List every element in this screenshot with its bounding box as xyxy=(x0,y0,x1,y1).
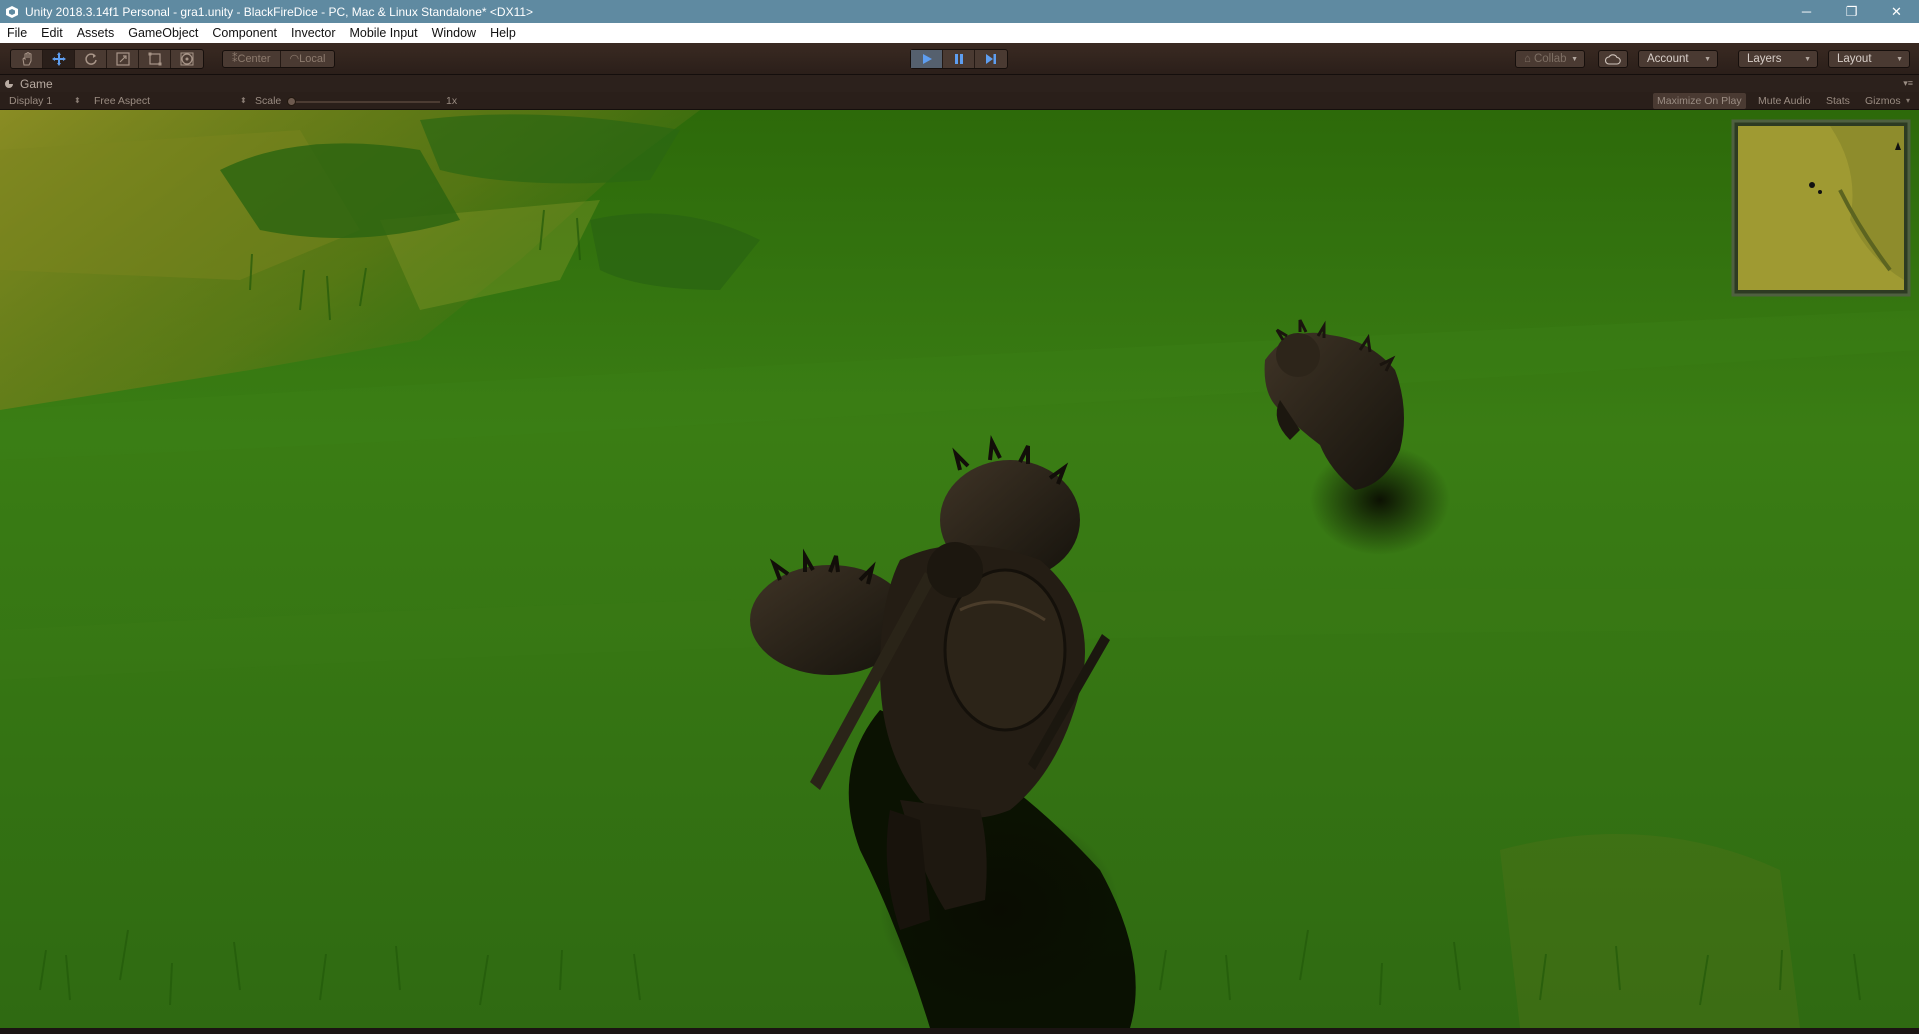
scale-value: 1x xyxy=(446,95,458,107)
game-controller-icon xyxy=(4,79,14,89)
maximize-on-play-toggle[interactable]: Maximize On Play xyxy=(1653,93,1746,109)
transform-tool-icon xyxy=(180,52,194,66)
hand-tool-button[interactable] xyxy=(11,50,43,68)
pivot-local-toggle[interactable]: ◠Local xyxy=(281,51,335,67)
pivot-toggles: ⁑Center ◠Local xyxy=(222,50,336,68)
pause-button[interactable] xyxy=(943,50,975,68)
aspect-select[interactable]: Free Aspect xyxy=(94,92,150,110)
display-select[interactable]: Display 1 xyxy=(9,92,52,110)
rect-tool-button[interactable] xyxy=(139,50,171,68)
transform-tool-button[interactable] xyxy=(171,50,203,68)
menu-assets[interactable]: Assets xyxy=(70,23,122,43)
hand-tool-icon xyxy=(21,52,31,66)
menu-bar: File Edit Assets GameObject Component In… xyxy=(0,23,1919,43)
pause-icon xyxy=(954,54,963,64)
scale-slider[interactable] xyxy=(290,101,440,103)
unity-logo-icon xyxy=(5,5,19,19)
window-titlebar: Unity 2018.3.14f1 Personal - gra1.unity … xyxy=(0,0,1919,23)
cloud-icon xyxy=(1605,53,1621,65)
chevron-down-icon: ▼ xyxy=(1704,56,1711,63)
collab-dropdown[interactable]: ⌂ Collab ▼ xyxy=(1515,50,1585,68)
menu-gameobject[interactable]: GameObject xyxy=(121,23,205,43)
minimap[interactable] xyxy=(1731,119,1911,297)
aspect-arrows-icon: ⬍ xyxy=(240,96,247,105)
move-tool-button[interactable] xyxy=(43,50,75,68)
menu-mobile-input[interactable]: Mobile Input xyxy=(342,23,424,43)
gizmos-chevron-down-icon[interactable]: ▾ xyxy=(1906,92,1910,110)
chevron-down-icon: ▼ xyxy=(1896,56,1903,63)
account-dropdown[interactable]: Account ▼ xyxy=(1638,50,1718,68)
game-tab-bar: Game ▾≡ xyxy=(0,75,1919,92)
local-icon: ◠ xyxy=(289,53,300,65)
tab-menu-icon[interactable]: ▾≡ xyxy=(1903,78,1913,89)
scale-label: Scale xyxy=(255,95,282,107)
game-view-controls: Display 1 ⬍ Free Aspect ⬍ Scale 1x Maxim… xyxy=(0,92,1919,110)
display-arrows-icon: ⬍ xyxy=(74,96,81,105)
menu-file[interactable]: File xyxy=(0,23,34,43)
game-scene xyxy=(0,110,1919,1028)
scale-tool-button[interactable] xyxy=(107,50,139,68)
menu-help[interactable]: Help xyxy=(483,23,523,43)
layout-dropdown[interactable]: Layout ▼ xyxy=(1828,50,1910,68)
gizmos-toggle[interactable]: Gizmos xyxy=(1861,93,1905,109)
stats-toggle[interactable]: Stats xyxy=(1822,93,1854,109)
rotate-tool-button[interactable] xyxy=(75,50,107,68)
rotate-tool-icon xyxy=(84,53,97,65)
window-title: Unity 2018.3.14f1 Personal - gra1.unity … xyxy=(25,4,534,19)
scale-slider-thumb[interactable] xyxy=(287,97,296,106)
menu-component[interactable]: Component xyxy=(205,23,284,43)
rect-tool-icon xyxy=(148,52,161,66)
menu-window[interactable]: Window xyxy=(425,23,483,43)
pivot-center-toggle[interactable]: ⁑Center xyxy=(223,51,281,67)
step-icon xyxy=(986,54,996,64)
step-button[interactable] xyxy=(975,50,1007,68)
scale-tool-icon xyxy=(115,52,130,66)
game-viewport[interactable] xyxy=(0,110,1919,1028)
chevron-down-icon: ▼ xyxy=(1804,56,1811,63)
bottom-status-strip xyxy=(0,1028,1919,1034)
menu-edit[interactable]: Edit xyxy=(34,23,70,43)
layers-dropdown[interactable]: Layers ▼ xyxy=(1738,50,1818,68)
game-tab[interactable]: Game xyxy=(4,75,53,92)
transform-tools xyxy=(10,49,204,69)
close-button[interactable]: ✕ xyxy=(1874,0,1919,23)
cloud-button[interactable] xyxy=(1598,50,1628,68)
play-button[interactable] xyxy=(911,50,943,68)
restore-button[interactable]: ❐ xyxy=(1829,0,1874,23)
main-toolbar: ⁑Center ◠Local ⌂ Collab ▼ Account ▼ Layers ▼… xyxy=(0,43,1919,75)
menu-invector[interactable]: Invector xyxy=(284,23,342,43)
collab-icon: ⌂ xyxy=(1524,53,1531,65)
mute-audio-toggle[interactable]: Mute Audio xyxy=(1754,93,1815,109)
playback-controls xyxy=(910,49,1008,69)
move-tool-icon xyxy=(51,52,66,66)
minimize-button[interactable]: ─ xyxy=(1784,0,1829,23)
play-icon xyxy=(922,54,932,64)
chevron-down-icon: ▼ xyxy=(1571,56,1578,63)
